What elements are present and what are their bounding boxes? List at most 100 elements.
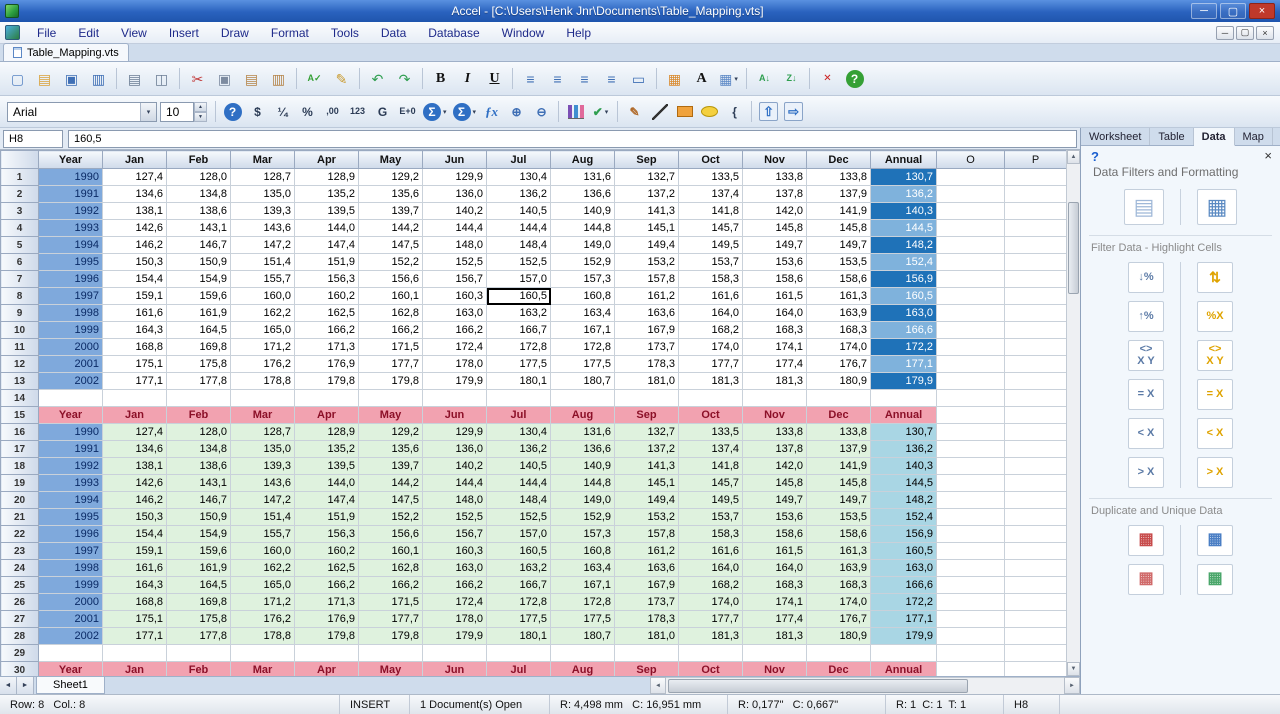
cell[interactable]: 179,8 (295, 373, 359, 390)
cell[interactable]: 147,4 (295, 492, 359, 509)
cell[interactable] (937, 305, 1005, 322)
cell[interactable]: 163,0 (423, 305, 487, 322)
cell[interactable]: 150,9 (167, 254, 231, 271)
cell[interactable]: 148,4 (487, 492, 551, 509)
cell[interactable]: 139,3 (231, 203, 295, 220)
cell[interactable]: 175,8 (167, 356, 231, 373)
cell[interactable] (1005, 339, 1067, 356)
cell[interactable]: 166,2 (359, 322, 423, 339)
row-header-30[interactable]: 30 (1, 662, 39, 677)
cell[interactable]: 181,3 (679, 373, 743, 390)
cell[interactable] (359, 645, 423, 662)
scroll-right-arrow[interactable]: ► (1064, 677, 1080, 694)
cell[interactable] (937, 373, 1005, 390)
less-than-x-highlight-button[interactable]: < X (1197, 418, 1233, 449)
cell[interactable]: 143,6 (231, 475, 295, 492)
cell[interactable]: 174,0 (807, 594, 871, 611)
cell[interactable]: 177,7 (679, 356, 743, 373)
format-as-table-button[interactable]: ▦ (1197, 189, 1237, 225)
extract-unique-button[interactable]: ▦ (1197, 564, 1233, 595)
cell[interactable]: 140,2 (423, 458, 487, 475)
highlight-duplicates-button[interactable]: ▦ (1128, 564, 1164, 595)
vertical-scrollbar[interactable]: ▲ ▼ (1066, 150, 1080, 676)
row-header-13[interactable]: 13 (1, 373, 39, 390)
cell[interactable]: 134,8 (167, 186, 231, 203)
cell[interactable]: 128,7 (231, 169, 295, 186)
cell[interactable]: 150,9 (167, 509, 231, 526)
cell[interactable]: 176,2 (231, 356, 295, 373)
annual-cell[interactable]: 166,6 (871, 322, 937, 339)
cell[interactable] (1005, 628, 1067, 645)
greater-than-x-highlight-button[interactable]: > X (1197, 457, 1233, 488)
cell[interactable]: 140,2 (423, 203, 487, 220)
export-button[interactable]: ⇨ (782, 100, 805, 123)
underline-button[interactable]: U (482, 66, 507, 91)
table-header-cell[interactable]: Nov (743, 407, 807, 424)
font-size-input[interactable]: 10 (160, 102, 194, 122)
cell[interactable] (1005, 526, 1067, 543)
cell[interactable] (1005, 220, 1067, 237)
menu-window[interactable]: Window (491, 23, 556, 43)
cell[interactable]: 137,2 (615, 186, 679, 203)
cell[interactable]: 149,0 (551, 492, 615, 509)
cell[interactable] (937, 543, 1005, 560)
annual-cell[interactable]: 144,5 (871, 220, 937, 237)
cell[interactable] (937, 594, 1005, 611)
cell[interactable] (1005, 356, 1067, 373)
format-painter-button[interactable]: ✎ (329, 66, 354, 91)
cell[interactable]: 165,0 (231, 322, 295, 339)
row-header-24[interactable]: 24 (1, 560, 39, 577)
cell[interactable]: 140,5 (487, 203, 551, 220)
cell[interactable]: 130,4 (487, 169, 551, 186)
cell[interactable]: 141,9 (807, 203, 871, 220)
menu-draw[interactable]: Draw (210, 23, 260, 43)
cell[interactable] (937, 339, 1005, 356)
cell[interactable]: 144,4 (487, 475, 551, 492)
sort-updown-highlight-button[interactable]: ⇅ (1197, 262, 1233, 293)
cell[interactable]: 132,7 (615, 169, 679, 186)
row-header-4[interactable]: 4 (1, 220, 39, 237)
panel-tab-data[interactable]: Data (1194, 128, 1235, 146)
cell[interactable]: 177,5 (551, 611, 615, 628)
row-header-12[interactable]: 12 (1, 356, 39, 373)
cell[interactable]: 158,6 (743, 526, 807, 543)
cell[interactable] (615, 390, 679, 407)
cell[interactable]: 130,4 (487, 424, 551, 441)
cell[interactable]: 147,5 (359, 237, 423, 254)
general-format-button[interactable]: G (371, 100, 394, 123)
table-header-cell[interactable]: Oct (679, 407, 743, 424)
open-file-button[interactable]: ▤ (32, 66, 57, 91)
cell[interactable] (937, 254, 1005, 271)
cell[interactable]: 157,3 (551, 526, 615, 543)
align-right-button[interactable]: ≡ (572, 66, 597, 91)
year-cell[interactable]: 2001 (39, 611, 103, 628)
cell[interactable]: 145,7 (679, 475, 743, 492)
cell[interactable] (937, 611, 1005, 628)
cell[interactable]: 128,7 (231, 424, 295, 441)
cell[interactable]: 132,7 (615, 424, 679, 441)
cell[interactable]: 154,9 (167, 526, 231, 543)
cell[interactable]: 127,4 (103, 169, 167, 186)
cell[interactable]: 149,7 (743, 492, 807, 509)
cell[interactable]: 172,4 (423, 594, 487, 611)
cell[interactable]: 156,6 (359, 526, 423, 543)
table-header-cell[interactable]: Oct (679, 662, 743, 677)
annual-cell[interactable]: 172,2 (871, 594, 937, 611)
column-header-feb[interactable]: Feb (167, 151, 231, 169)
cell[interactable] (423, 645, 487, 662)
cell[interactable]: 146,2 (103, 237, 167, 254)
cell[interactable]: 138,6 (167, 458, 231, 475)
table-header-cell[interactable]: Jun (423, 407, 487, 424)
cell[interactable] (937, 356, 1005, 373)
cell[interactable]: 179,8 (359, 628, 423, 645)
cell[interactable]: 158,3 (679, 271, 743, 288)
year-cell[interactable]: 1990 (39, 424, 103, 441)
cell[interactable] (1005, 662, 1067, 677)
cell[interactable]: 149,7 (743, 237, 807, 254)
row-header-14[interactable]: 14 (1, 390, 39, 407)
year-cell[interactable]: 2002 (39, 373, 103, 390)
cell[interactable]: 178,3 (615, 611, 679, 628)
cell[interactable]: 175,1 (103, 356, 167, 373)
cell[interactable]: 181,0 (615, 373, 679, 390)
cell[interactable]: 149,4 (615, 237, 679, 254)
